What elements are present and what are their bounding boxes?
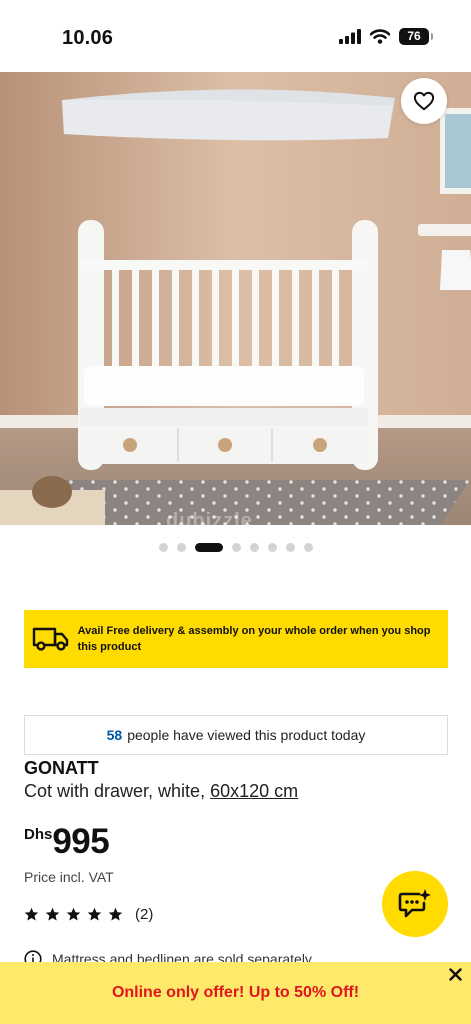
chat-sparkle-icon xyxy=(398,889,431,918)
product-photo xyxy=(0,72,471,525)
close-button[interactable] xyxy=(445,964,465,984)
close-icon xyxy=(448,967,462,981)
carousel-dot-active[interactable] xyxy=(194,543,223,552)
viewed-count-box: 58 people have viewed this product today xyxy=(24,715,448,755)
star-icon xyxy=(87,907,102,921)
carousel-dot[interactable] xyxy=(231,543,241,552)
carousel-dot[interactable] xyxy=(285,543,295,552)
product-description: Cot with drawer, white, 60x120 cm xyxy=(24,781,298,802)
star-icon xyxy=(66,907,81,921)
star-icon xyxy=(24,907,39,921)
image-watermark: dubizzle xyxy=(166,510,253,525)
viewed-count: 58 xyxy=(106,727,123,743)
promo-bar[interactable]: Online only offer! Up to 50% Off! xyxy=(0,962,471,1024)
signal-icon xyxy=(339,29,361,44)
price-note: Price incl. VAT xyxy=(24,869,114,885)
status-time: 10.06 xyxy=(62,27,114,49)
battery-icon: 76 xyxy=(399,28,433,45)
delivery-banner[interactable]: Avail Free delivery & assembly on your w… xyxy=(24,610,448,668)
wishlist-button[interactable] xyxy=(401,78,447,124)
heart-icon xyxy=(413,91,435,111)
chat-assistant-button[interactable] xyxy=(382,871,448,937)
carousel-dot[interactable] xyxy=(267,543,277,552)
review-count: (2) xyxy=(135,906,154,923)
product-image[interactable]: dubizzle xyxy=(0,72,471,525)
rating-stars xyxy=(24,907,123,922)
product-description-text: Cot with drawer, white, xyxy=(24,781,206,801)
product-size-link[interactable]: 60x120 cm xyxy=(210,781,298,801)
star-icon xyxy=(45,907,60,921)
carousel-dot[interactable] xyxy=(176,543,186,552)
delivery-banner-text: Avail Free delivery & assembly on your w… xyxy=(77,625,431,653)
product-price: Dhs 995 xyxy=(24,822,110,862)
viewed-text: people have viewed this product today xyxy=(127,727,366,743)
star-icon xyxy=(108,907,123,921)
carousel-indicator xyxy=(0,543,471,552)
status-icons: 76 xyxy=(339,28,433,45)
product-rating[interactable]: (2) xyxy=(24,906,153,923)
price-amount: 995 xyxy=(52,822,110,861)
carousel-dot[interactable] xyxy=(158,543,168,552)
product-name: GONATT xyxy=(24,758,99,778)
wifi-icon xyxy=(370,29,390,44)
carousel-dot[interactable] xyxy=(303,543,313,552)
status-bar: 10.06 76 xyxy=(0,0,471,72)
price-currency: Dhs xyxy=(24,826,53,843)
truck-icon xyxy=(24,626,78,652)
promo-text: Online only offer! Up to 50% Off! xyxy=(111,984,360,1001)
carousel-dot[interactable] xyxy=(249,543,259,552)
